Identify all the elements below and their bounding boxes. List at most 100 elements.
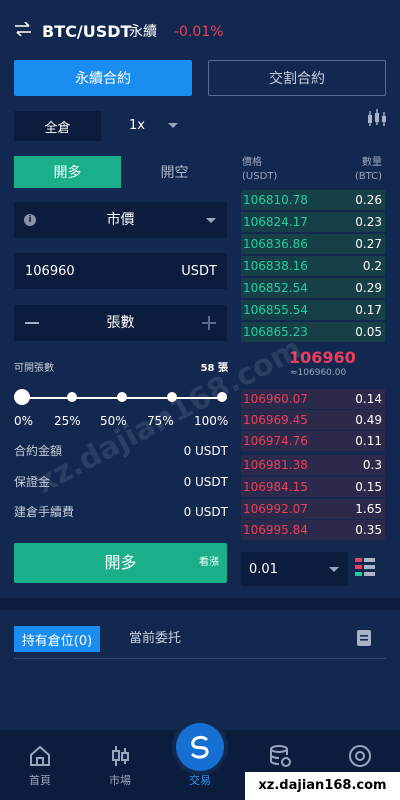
tab-open-short[interactable]: 開空: [121, 156, 228, 188]
ask-row[interactable]: 106992.07 1.65: [241, 499, 385, 519]
ask-row[interactable]: 106995.84 0.35: [241, 520, 385, 540]
bid-row[interactable]: 106865.23 0.05: [241, 322, 385, 342]
bid-qty: 0.05: [355, 325, 382, 339]
depth-select[interactable]: 0.01: [241, 552, 348, 586]
tab-perpetual-contract[interactable]: 永續合約: [14, 60, 192, 96]
ask-row[interactable]: 106969.45 0.49: [241, 410, 385, 430]
bid-price: 106824.17: [243, 215, 308, 229]
bid-row[interactable]: 106824.17 0.23: [241, 212, 385, 232]
bid-row[interactable]: 106810.78 0.26: [241, 190, 385, 210]
tab-delivery-contract[interactable]: 交割合約: [208, 60, 386, 96]
open-long-label: 開多: [104, 553, 137, 572]
swap-icon[interactable]: [14, 22, 32, 36]
ask-qty: 0.11: [355, 434, 382, 448]
profile-icon: [349, 745, 371, 767]
bid-qty: 0.29: [355, 281, 382, 295]
price-value: 106960: [25, 264, 75, 279]
nav-market[interactable]: 市場: [80, 730, 160, 800]
ask-qty: 0.14: [355, 392, 382, 406]
tab-positions[interactable]: 持有倉位(0): [14, 626, 100, 652]
orderbook-price-header: 價格: [242, 157, 262, 168]
ask-price: 106995.84: [243, 523, 308, 537]
trade-center-button[interactable]: [176, 723, 224, 771]
bid-price: 106865.23: [243, 325, 308, 339]
ask-row[interactable]: 106960.07 0.14: [241, 389, 385, 409]
slider-label-0: 0%: [14, 414, 34, 428]
trade-icon: [191, 735, 209, 759]
nav-trade-label: 交易: [189, 774, 211, 787]
bid-row[interactable]: 106852.54 0.29: [241, 278, 385, 298]
tab-open-long[interactable]: 開多: [14, 156, 121, 188]
ask-price: 106981.38: [243, 458, 308, 472]
chevron-down-icon: [329, 567, 339, 572]
open-long-sub: 看漲: [199, 557, 219, 568]
slider-label-25: 25%: [54, 414, 81, 428]
ask-price: 106960.07: [243, 392, 308, 406]
mid-price-approx: ≈106960.00: [290, 368, 347, 378]
price-change: -0.01%: [174, 24, 224, 40]
slider-mark-25[interactable]: [67, 392, 77, 402]
orderbook-qty-header: 數量: [362, 157, 382, 168]
orderbook-qty-unit: (BTC): [354, 171, 382, 182]
open-fee-value: 0 USDT: [183, 505, 228, 519]
quantity-stepper[interactable]: 張數: [14, 305, 227, 341]
order-type-select[interactable]: i 市價: [14, 202, 227, 238]
bid-price: 106855.54: [243, 303, 308, 317]
ask-price: 106984.15: [243, 480, 308, 494]
nav-home-label: 首頁: [29, 774, 51, 787]
watermark-corner: xz.dajian168.com: [245, 772, 400, 800]
bid-qty: 0.27: [355, 237, 382, 251]
leverage-value[interactable]: 1x: [129, 117, 145, 135]
ask-row[interactable]: 106981.38 0.3: [241, 455, 385, 475]
ask-qty: 0.35: [355, 523, 382, 537]
ask-qty: 0.15: [355, 480, 382, 494]
ask-row[interactable]: 106984.15 0.15: [241, 477, 385, 497]
available-label: 可開張數: [14, 363, 54, 374]
bid-row[interactable]: 106838.16 0.2: [241, 256, 385, 276]
orderbook-price-unit: (USDT): [242, 171, 278, 182]
price-unit: USDT: [181, 264, 217, 279]
ask-qty: 1.65: [355, 502, 382, 516]
open-fee-label: 建倉手續費: [14, 505, 75, 519]
order-type-value: 市價: [106, 212, 135, 228]
tabs-underline: [14, 658, 386, 659]
database-icon: [270, 745, 291, 767]
nav-home[interactable]: 首頁: [0, 730, 80, 800]
bid-price: 106836.86: [243, 237, 308, 251]
section-divider: [0, 598, 400, 610]
bid-price: 106838.16: [243, 259, 308, 273]
ask-qty: 0.49: [355, 413, 382, 427]
document-icon[interactable]: [357, 630, 371, 646]
header: BTC/USDT 永續 -0.01%: [0, 0, 400, 56]
margin-mode-button[interactable]: 全倉: [14, 111, 101, 141]
bid-qty: 0.26: [355, 193, 382, 207]
pair-title[interactable]: BTC/USDT: [42, 22, 131, 42]
candle-settings-icon[interactable]: [366, 108, 388, 128]
plus-icon-vertical[interactable]: [208, 316, 210, 330]
contract-kind: 永續: [129, 24, 157, 40]
ask-price: 106969.45: [243, 413, 308, 427]
bid-qty: 0.2: [362, 259, 382, 273]
ask-qty: 0.3: [362, 458, 382, 472]
ask-price: 106992.07: [243, 502, 308, 516]
bid-qty: 0.17: [355, 303, 382, 317]
bid-price: 106852.54: [243, 281, 308, 295]
open-long-button[interactable]: 開多 看漲: [14, 543, 227, 583]
price-field[interactable]: 106960 USDT: [14, 253, 227, 289]
bid-row[interactable]: 106836.86 0.27: [241, 234, 385, 254]
orderbook-layout-icon[interactable]: [355, 558, 375, 576]
ask-row[interactable]: 106974.76 0.11: [241, 431, 385, 451]
slider-mark-50[interactable]: [117, 392, 127, 402]
bid-price: 106810.78: [243, 193, 308, 207]
chevron-down-icon[interactable]: [168, 123, 178, 128]
tab-current-orders[interactable]: 當前委托: [129, 631, 181, 647]
bid-row[interactable]: 106855.54 0.17: [241, 300, 385, 320]
home-icon: [30, 745, 50, 766]
slider-handle[interactable]: [14, 389, 30, 405]
bid-qty: 0.23: [355, 215, 382, 229]
chevron-down-icon: [206, 218, 216, 223]
ask-price: 106974.76: [243, 434, 308, 448]
quantity-label[interactable]: 張數: [14, 314, 227, 332]
depth-value: 0.01: [249, 562, 278, 577]
candlestick-icon: [112, 746, 129, 766]
